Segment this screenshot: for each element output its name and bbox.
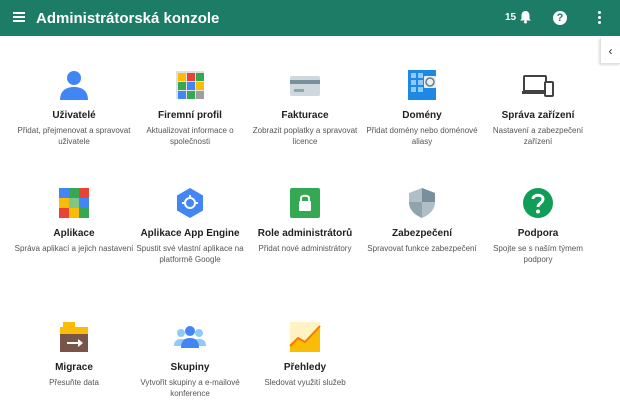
tile-title: Správa zařízení [501, 110, 575, 121]
tile-description: Aktualizovat informace o společnosti [146, 126, 234, 146]
billing-card-icon [288, 68, 322, 102]
tile-title: Podpora [517, 228, 559, 239]
tile-description: Přesuňte data [49, 378, 99, 387]
top-app-bar: Administrátorská konzole 15 ? [0, 0, 620, 36]
domains-icon [405, 68, 439, 102]
tile-migration[interactable]: Migrace Přesuňte data [14, 320, 134, 388]
more-vert-icon[interactable] [596, 11, 602, 25]
tile-description: Sledovat využití služeb [264, 378, 346, 387]
tile-title: Skupiny [170, 362, 210, 373]
tile-support[interactable]: Podpora Spojte se s naším týmem podpory [478, 186, 598, 265]
side-panel-toggle[interactable]: ‹ [600, 38, 620, 64]
tile-device-management[interactable]: Správa zařízení Nastavení a zabezpečení … [478, 68, 598, 147]
admin-lock-icon [288, 186, 322, 220]
tile-domains[interactable]: Domény Přidat domény nebo doménové alias… [362, 68, 482, 147]
tile-admin-roles[interactable]: Role administrátorů Přidat nové administ… [245, 186, 365, 254]
company-profile-icon [173, 68, 207, 102]
tile-description: Správa aplikací a jejich nastavení [14, 244, 134, 253]
tile-description: Nastavení a zabezpečení zařízení [492, 126, 584, 146]
tile-title: Firemní profil [158, 110, 222, 121]
notifications-button[interactable]: 15 [505, 10, 532, 24]
tile-title: Role administrátorů [257, 228, 353, 239]
apps-grid-icon [57, 186, 91, 220]
app-title: Administrátorská konzole [36, 10, 220, 27]
tile-company-profile[interactable]: Firemní profil Aktualizovat informace o … [130, 68, 250, 147]
menu-icon[interactable] [12, 10, 26, 26]
notification-count: 15 [505, 11, 517, 23]
help-button[interactable]: ? [553, 11, 567, 25]
tile-users[interactable]: Uživatelé Přidat, přejmenovat a spravova… [14, 68, 134, 147]
tile-description: Vytvořit skupiny a e-mailové konference [140, 378, 240, 398]
tile-description: Přidat, přejmenovat a spravovat uživatel… [17, 126, 131, 146]
tile-app-engine[interactable]: Aplikace App Engine Spustit své vlastní … [130, 186, 250, 265]
migration-box-icon [57, 320, 91, 354]
tile-description: Spravovat funkce zabezpečení [367, 244, 477, 253]
tile-description: Přidat nové administrátory [258, 244, 352, 253]
tile-title: Migrace [55, 362, 93, 373]
tile-title: Domény [402, 110, 442, 121]
tile-security[interactable]: Zabezpečení Spravovat funkce zabezpečení [362, 186, 482, 254]
security-shield-icon [405, 186, 439, 220]
tile-title: Aplikace App Engine [140, 228, 240, 239]
admin-tiles-grid: Uživatelé Přidat, přejmenovat a spravova… [0, 36, 600, 409]
bell-icon [520, 11, 532, 24]
devices-icon [521, 68, 555, 102]
tile-description: Spustit své vlastní aplikace na platform… [136, 244, 244, 264]
tile-billing[interactable]: Fakturace Zobrazit poplatky a spravovat … [245, 68, 365, 147]
reports-chart-icon [288, 320, 322, 354]
tile-apps[interactable]: Aplikace Správa aplikací a jejich nastav… [14, 186, 134, 254]
tile-description: Přidat domény nebo doménové aliasy [366, 126, 478, 146]
user-icon [57, 68, 91, 102]
tile-title: Přehledy [283, 362, 327, 373]
tile-reports[interactable]: Přehledy Sledovat využití služeb [245, 320, 365, 388]
app-engine-icon [173, 186, 207, 220]
tile-title: Aplikace [53, 228, 95, 239]
tile-title: Zabezpečení [391, 228, 453, 239]
tile-description: Spojte se s naším týmem podpory [493, 244, 583, 264]
tile-description: Zobrazit poplatky a spravovat licence [252, 126, 358, 146]
groups-icon [173, 320, 207, 354]
tile-title: Uživatelé [52, 110, 96, 121]
tile-groups[interactable]: Skupiny Vytvořit skupiny a e-mailové kon… [130, 320, 250, 399]
help-icon [521, 186, 555, 220]
tile-title: Fakturace [281, 110, 329, 121]
